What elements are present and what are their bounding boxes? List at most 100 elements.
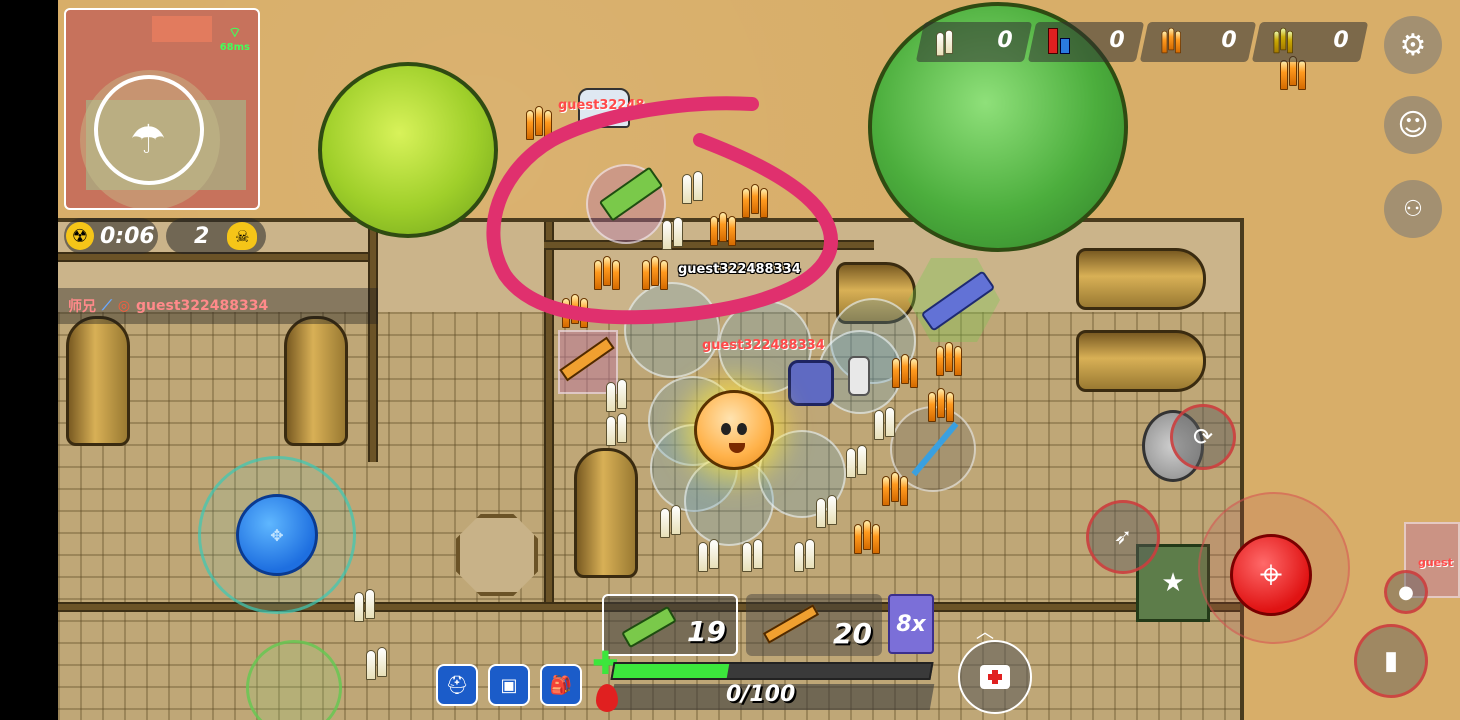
resource-slot: 0	[1139, 22, 1257, 62]
radiation-icon: ☢	[66, 222, 94, 250]
bullet-gold-icon	[1270, 27, 1298, 56]
voice-chat-button[interactable]: ⚇	[1384, 180, 1442, 238]
armor-vest[interactable]	[788, 360, 834, 406]
zone-timer: ☢ 0:06	[64, 218, 158, 254]
player-name-tag: guest322488334	[678, 262, 801, 277]
bush-tree	[318, 62, 498, 238]
killfeed: 师兄 ⟋ ◎ guest322488334	[58, 288, 378, 324]
ammo-pile[interactable]	[642, 252, 670, 290]
zone-timer-text: 0:06	[100, 223, 155, 249]
ammo-pile[interactable]	[526, 102, 554, 140]
shell-red-blue-icon	[1046, 28, 1074, 56]
statue-pillar	[1076, 248, 1206, 310]
gas-canister[interactable]	[848, 356, 870, 396]
shell-pile[interactable]	[660, 500, 682, 538]
bullet-orange-icon	[1158, 27, 1186, 56]
statue-pillar	[1076, 330, 1206, 392]
shell-pile[interactable]	[794, 534, 816, 572]
reload-button[interactable]: ⟳	[1170, 404, 1236, 470]
resource-count: 0	[1109, 28, 1125, 53]
ammo-pile[interactable]	[742, 180, 770, 218]
bullet-white-icon	[934, 28, 962, 57]
ammo-pile[interactable]	[594, 252, 622, 290]
resource-count: 0	[1333, 28, 1349, 53]
weapon-slot-secondary[interactable]: 20	[746, 594, 882, 656]
resource-slot: 0	[1027, 22, 1145, 62]
shell-pile[interactable]	[742, 534, 764, 572]
weapon-slot-primary[interactable]: 19	[602, 594, 738, 656]
crosshair-icon: ◎	[117, 298, 131, 314]
health-bar-fill	[612, 664, 729, 678]
throwable-button[interactable]: ▮	[1354, 624, 1428, 698]
statue-pillar	[284, 316, 348, 446]
ammo-pile[interactable]	[562, 290, 590, 328]
fire-button[interactable]: ⌖	[1230, 534, 1312, 616]
shell-pile[interactable]	[366, 642, 388, 680]
canister-icon: ▮	[1383, 646, 1399, 676]
dpad-arrows-icon: ✥	[270, 525, 284, 545]
shell-pile[interactable]	[816, 490, 838, 528]
shell-pile[interactable]	[606, 408, 628, 446]
medkit-icon	[980, 665, 1010, 689]
rifle-icon	[762, 604, 820, 644]
melee-weapon-button[interactable]: ➶	[1086, 500, 1160, 574]
wall-segment	[368, 222, 378, 462]
backpack-icon: 🎒	[549, 674, 573, 696]
vest-slot[interactable]: ▣	[488, 664, 530, 706]
spear-icon: ➶	[1113, 524, 1133, 550]
smiley-icon: ☺	[1397, 107, 1429, 143]
helmet-icon: ⛑	[445, 674, 469, 696]
loot-ring[interactable]	[624, 282, 720, 378]
ammo-pile[interactable]	[936, 338, 964, 376]
enemy-name-tag: guest322488334	[702, 338, 825, 353]
killfeed-killer: 师兄	[68, 299, 96, 315]
ammo-pile[interactable]	[710, 208, 738, 246]
secondary-ammo-count: 20	[833, 617, 872, 650]
crosshair-icon: ⌖	[1259, 552, 1283, 598]
enemy-name-tag: guest32248	[558, 98, 645, 113]
blood-drop-icon	[596, 684, 618, 712]
helmet-slot[interactable]: ⛑	[436, 664, 478, 706]
resource-count: 0	[1221, 28, 1237, 53]
shell-pile[interactable]	[698, 534, 720, 572]
wall-segment	[544, 240, 874, 250]
statue-pillar	[66, 316, 130, 446]
joystick-knob[interactable]: ✥	[236, 494, 318, 576]
settings-button[interactable]: ⚙	[1384, 16, 1442, 74]
grenade-icon: ●	[1398, 581, 1414, 603]
ammo-pile[interactable]	[854, 516, 882, 554]
uzi-icon	[621, 605, 677, 649]
medkit-button[interactable]	[958, 640, 1032, 714]
backpack-slot[interactable]: 🎒	[540, 664, 582, 706]
ping-text: 68ms	[219, 42, 250, 53]
shell-pile[interactable]	[846, 440, 868, 478]
ammo-pile[interactable]	[882, 468, 910, 506]
parachute-airdrop-icon: ☂	[130, 117, 166, 163]
wall-segment	[544, 222, 554, 602]
minimap-building	[152, 16, 212, 42]
grenade-button[interactable]: ●	[1384, 570, 1428, 614]
ping-indicator: ⌔ 68ms	[220, 24, 250, 53]
shell-pile[interactable]	[606, 374, 628, 412]
shell-pile[interactable]	[354, 584, 376, 622]
shell-pile[interactable]	[662, 212, 684, 250]
rifle-icon: ⟋	[102, 298, 112, 314]
player-character	[694, 390, 774, 470]
gear-icon: ⚙	[1399, 27, 1427, 63]
minimap[interactable]: ☂ ⌔ 68ms	[64, 8, 260, 210]
reload-icon: ⟳	[1192, 423, 1214, 451]
primary-ammo-count: 19	[687, 615, 726, 648]
shell-pile[interactable]	[874, 402, 896, 440]
scope-indicator[interactable]: 8x	[888, 594, 934, 654]
killfeed-victim: guest322488334	[136, 298, 269, 314]
team-voice-icon: ⚇	[1403, 196, 1423, 222]
statue-pillar	[574, 448, 638, 578]
ammo-pile[interactable]	[928, 384, 956, 422]
ammo-pile[interactable]	[892, 350, 920, 388]
armor-value: 0/100	[726, 682, 796, 707]
shell-pile[interactable]	[682, 166, 704, 204]
resource-count: 0	[997, 28, 1013, 53]
skull-icon: ☠	[227, 222, 258, 250]
resource-slot: 0	[915, 22, 1033, 62]
emote-button[interactable]: ☺	[1384, 96, 1442, 154]
